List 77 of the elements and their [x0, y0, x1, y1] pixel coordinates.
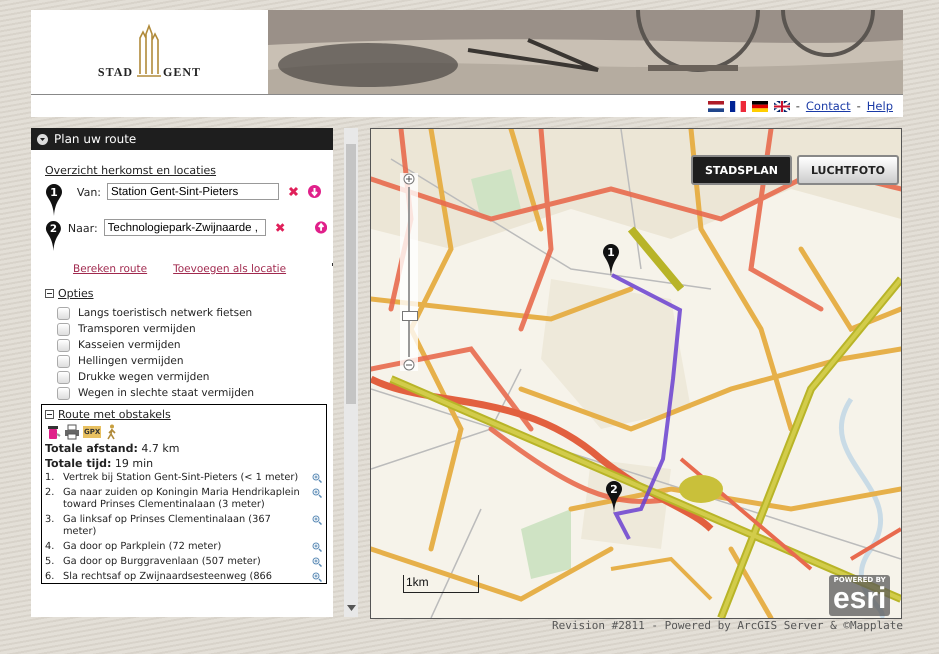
zoom-in-icon[interactable] — [312, 542, 322, 552]
zoom-in-icon[interactable] — [312, 557, 322, 567]
esri-logo: esri — [833, 584, 886, 614]
zoom-slider[interactable] — [400, 173, 418, 371]
step-text: Ga door op Burggravenlaan (507 meter) — [63, 556, 262, 568]
step-text: Ga linksaf op Prinses Clementinalaan (367 meter) — [63, 514, 272, 538]
scrollbar[interactable] — [344, 128, 358, 617]
zoom-in-icon[interactable] — [312, 515, 322, 525]
zoom-in-icon[interactable] — [403, 173, 415, 185]
collapse-icon[interactable] — [45, 289, 54, 298]
location-field[interactable]: Station Gent-Sint-Pieters — [107, 183, 279, 200]
zoom-in-icon[interactable] — [312, 473, 322, 483]
dutch-flag-icon[interactable] — [708, 100, 724, 112]
step-text: Vertrek bij Station Gent-Sint-Pieters (< 1 meter) — [63, 472, 300, 484]
collapse-icon[interactable] — [45, 410, 54, 419]
overview-link[interactable]: Overzicht herkomst en locaties — [45, 164, 327, 177]
separator-text: - — [856, 99, 861, 113]
option-label: Hellingen vermijden — [78, 355, 184, 367]
zoom-out-icon[interactable] — [403, 359, 415, 371]
arrow-down-icon[interactable] — [308, 185, 321, 198]
tower-logo-icon — [135, 24, 162, 80]
collapse-icon[interactable] — [37, 134, 48, 144]
british-flag-icon[interactable] — [774, 100, 790, 112]
step-number: 1. — [45, 472, 56, 484]
map-view-tab[interactable]: STADSPLAN — [691, 155, 792, 185]
german-flag-icon[interactable] — [752, 100, 768, 112]
option-label: Drukke wegen vermijden — [78, 371, 210, 383]
zoom-in-icon[interactable] — [312, 572, 322, 582]
close-icon[interactable] — [288, 186, 299, 197]
bin-icon[interactable] — [45, 424, 61, 440]
step-text: Ga naar zuiden op Koningin Maria Hendrikaplein toward Prinses Clementinalaan (3 meter) — [63, 487, 301, 511]
header-link[interactable]: Help — [866, 99, 893, 113]
printer-icon[interactable] — [64, 424, 80, 440]
add-location-link[interactable]: Toevoegen als locatie — [173, 263, 286, 275]
step-number: 5. — [45, 556, 56, 568]
step-number: 2. — [45, 487, 56, 500]
step-number: 4. — [45, 541, 56, 553]
options-toggle[interactable]: Opties — [58, 287, 94, 300]
step-text: Sla rechtsaf op Zwijnaardsesteenweg (866 — [63, 571, 274, 583]
route-toggle[interactable]: Route met obstakels — [58, 408, 171, 421]
field-label: Van: — [76, 185, 101, 199]
checkbox[interactable] — [57, 370, 70, 384]
total-time-text: Totale tijd: 19 min — [45, 457, 154, 470]
zoom-slider-thumb[interactable] — [402, 311, 418, 322]
map-pin-icon: 1 — [602, 243, 620, 277]
field-label: Naar: — [66, 221, 98, 235]
scale-bar: 1km — [403, 575, 479, 593]
step-number: 6. — [45, 571, 56, 583]
separator-text: - — [796, 99, 800, 113]
logo-text: STAD — [98, 65, 134, 80]
step-text: Ga door op Parkplein (72 meter) — [63, 541, 222, 553]
checkbox[interactable] — [57, 354, 70, 368]
arrow-up-icon[interactable] — [314, 221, 327, 234]
zoom-in-icon[interactable] — [312, 488, 322, 498]
location-field[interactable]: Technologiepark-Zwijnaarde , — [104, 219, 266, 236]
checkbox[interactable] — [57, 386, 70, 400]
footer-text: Revision #2811 - Powered by ArcGIS Server & ©Mapplate — [551, 619, 903, 632]
french-flag-icon[interactable] — [730, 100, 746, 112]
checkbox[interactable] — [57, 322, 70, 336]
map-view-tab[interactable]: LUCHTFOTO — [796, 155, 899, 185]
scroll-down-icon[interactable] — [346, 605, 356, 611]
panel-title: Plan uw route — [54, 132, 136, 146]
option-label: Wegen in slechte staat vermijden — [78, 387, 254, 399]
logo-text: GENT — [163, 65, 202, 80]
option-label: Tramsporen vermijden — [78, 323, 196, 335]
step-number: 3. — [45, 514, 56, 527]
header-link[interactable]: Contact — [806, 99, 851, 113]
panel-header[interactable]: Plan uw route — [31, 128, 333, 150]
option-label: Kasseien vermijden — [78, 339, 181, 351]
map-pin-icon: 1 — [45, 183, 63, 217]
scrollbar-thumb[interactable] — [346, 144, 356, 404]
checkbox[interactable] — [57, 306, 70, 320]
checkbox[interactable] — [57, 338, 70, 352]
calculate-route-link[interactable]: Bereken route — [73, 263, 148, 275]
total-distance-text: Totale afstand: 4.7 km — [45, 442, 180, 455]
close-icon[interactable] — [274, 222, 285, 233]
option-label: Langs toeristisch netwerk fietsen — [78, 307, 252, 319]
